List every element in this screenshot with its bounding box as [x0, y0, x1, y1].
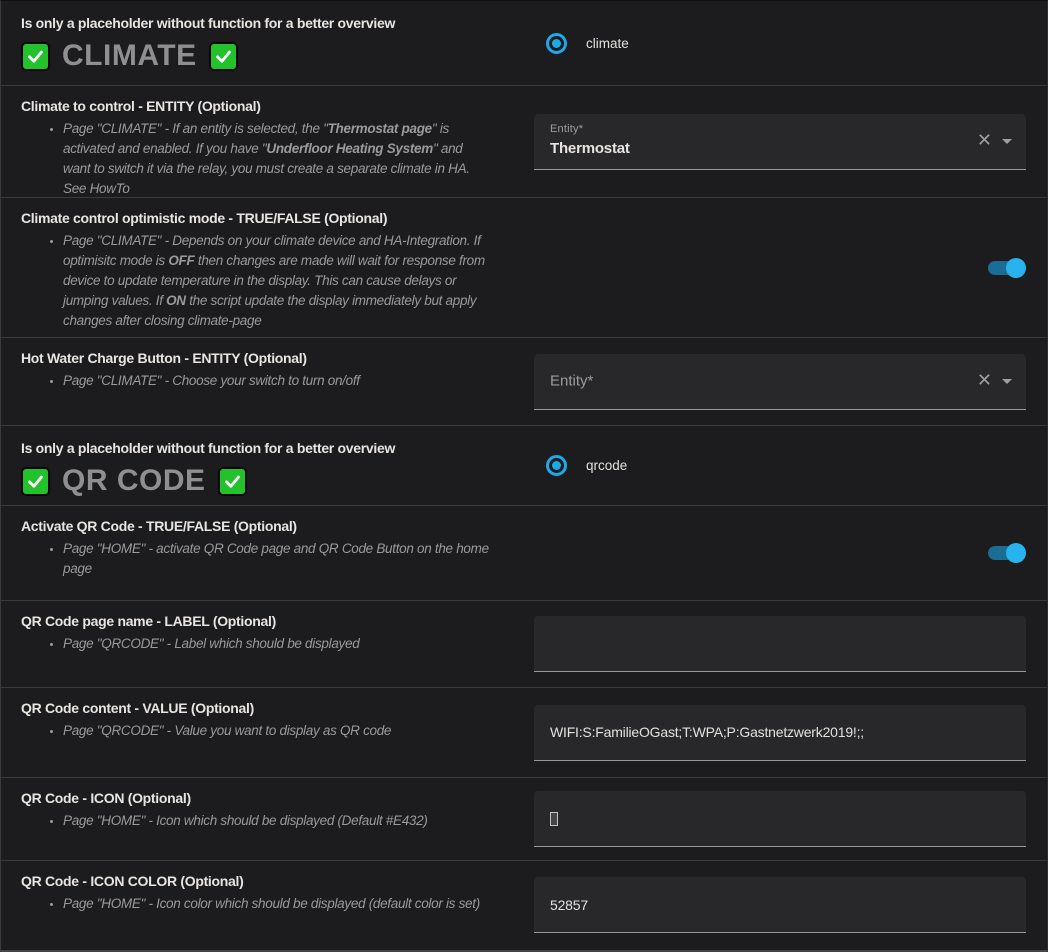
chevron-down-icon[interactable]	[1002, 379, 1012, 384]
row-qrcode-page-name: QR Code page name - LABEL (Optional) Pag…	[1, 601, 1047, 688]
radio-label: qrcode	[586, 458, 627, 473]
option-description: Page "HOME" - Icon which should be displ…	[63, 811, 491, 831]
qr-content-field	[534, 705, 1026, 761]
row-qrcode-placeholder: Is only a placeholder without function f…	[1, 426, 1047, 506]
chevron-down-icon[interactable]	[1002, 139, 1012, 144]
option-description: Page "CLIMATE" - If an entity is selecte…	[63, 119, 491, 199]
entity-field-label: Entity*	[550, 123, 583, 135]
qr-icon-color-field	[534, 877, 1026, 933]
blueprint-config-panel: Is only a placeholder without function f…	[0, 0, 1048, 952]
row-activate-qrcode: Activate QR Code - TRUE/FALSE (Optional)…	[1, 506, 1047, 601]
radio-label: climate	[586, 36, 629, 51]
placeholder-note: Is only a placeholder without function f…	[21, 439, 516, 457]
option-title: QR Code content - VALUE (Optional)	[21, 699, 516, 717]
option-title: Climate control optimistic mode - TRUE/F…	[21, 209, 516, 227]
check-emoji	[218, 467, 247, 496]
option-title: Hot Water Charge Button - ENTITY (Option…	[21, 349, 516, 367]
qr-page-name-input[interactable]	[534, 616, 1026, 671]
qr-icon-input[interactable]	[534, 791, 1026, 847]
section-heading-text: CLIMATE	[62, 40, 197, 72]
entity-picker-climate[interactable]: Entity* Thermostat ✕	[534, 114, 1026, 170]
entity-picker-hot-water[interactable]: Entity* ✕	[534, 354, 1026, 410]
optimistic-mode-toggle[interactable]	[988, 258, 1026, 278]
radio-climate[interactable]	[546, 33, 567, 54]
placeholder-note: Is only a placeholder without function f…	[21, 14, 516, 32]
row-optimistic-mode: Climate control optimistic mode - TRUE/F…	[1, 198, 1047, 338]
clear-icon[interactable]: ✕	[977, 372, 992, 390]
row-climate-placeholder: Is only a placeholder without function f…	[1, 1, 1047, 86]
option-description: Page "CLIMATE" - Depends on your climate…	[63, 231, 491, 331]
option-description: Page "QRCODE" - Value you want to displa…	[63, 721, 491, 741]
qr-content-input[interactable]	[534, 705, 1026, 760]
toggle-thumb	[1006, 543, 1026, 563]
toggle-thumb	[1006, 258, 1026, 278]
clear-icon[interactable]: ✕	[977, 132, 992, 150]
qr-page-name-field	[534, 616, 1026, 672]
row-qrcode-icon: QR Code - ICON (Optional) Page "HOME" - …	[1, 778, 1047, 861]
option-title: QR Code page name - LABEL (Optional)	[21, 612, 516, 630]
qr-icon-color-input[interactable]	[534, 877, 1026, 932]
row-climate-entity: Climate to control - ENTITY (Optional) P…	[1, 86, 1047, 198]
radio-selected-dot	[552, 461, 561, 470]
option-description: Page "HOME" - activate QR Code page and …	[63, 539, 491, 579]
option-description: Page "HOME" - Icon color which should be…	[63, 894, 491, 914]
missing-glyph-box	[550, 812, 558, 826]
option-title: QR Code - ICON (Optional)	[21, 789, 516, 807]
row-hot-water-entity: Hot Water Charge Button - ENTITY (Option…	[1, 338, 1047, 426]
option-title: QR Code - ICON COLOR (Optional)	[21, 872, 516, 890]
section-heading-text: QR CODE	[62, 465, 206, 497]
check-emoji	[209, 42, 238, 71]
section-heading-climate: CLIMATE	[21, 40, 516, 72]
radio-selected-dot	[552, 39, 561, 48]
check-emoji	[21, 42, 50, 71]
entity-field-value: Thermostat	[550, 140, 630, 157]
activate-qrcode-toggle[interactable]	[988, 543, 1026, 563]
section-heading-qrcode: QR CODE	[21, 465, 516, 497]
row-qrcode-content: QR Code content - VALUE (Optional) Page …	[1, 688, 1047, 778]
option-title: Activate QR Code - TRUE/FALSE (Optional)	[21, 517, 516, 535]
option-description: Page "QRCODE" - Label which should be di…	[63, 634, 491, 654]
row-qrcode-icon-color: QR Code - ICON COLOR (Optional) Page "HO…	[1, 861, 1047, 949]
entity-field-label: Entity*	[550, 373, 593, 390]
radio-qrcode[interactable]	[546, 455, 567, 476]
check-emoji	[21, 467, 50, 496]
option-title: Climate to control - ENTITY (Optional)	[21, 97, 516, 115]
option-description: Page "CLIMATE" - Choose your switch to t…	[63, 371, 491, 391]
